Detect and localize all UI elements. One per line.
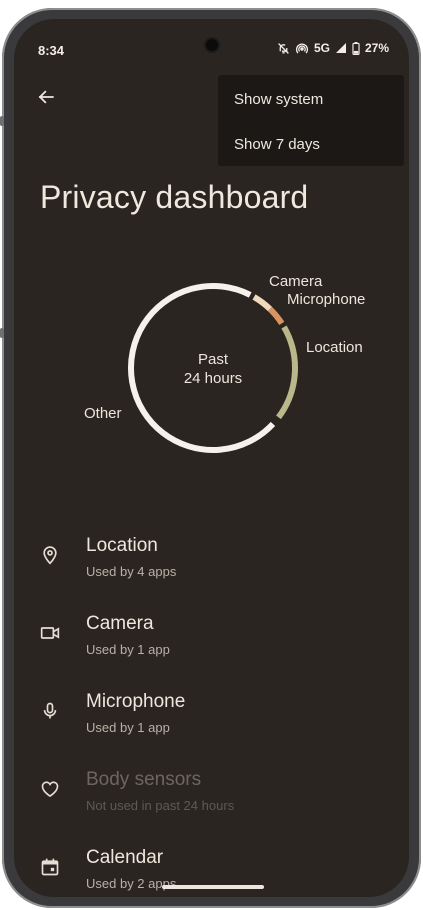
menu-item-show-system[interactable]: Show system	[218, 77, 404, 121]
calendar-icon	[38, 855, 62, 879]
screen: 8:34 5G 27% Show system Show 7 days Priv…	[14, 19, 409, 897]
hotspot-icon	[295, 42, 309, 55]
mute-icon	[277, 42, 290, 55]
chart-label-microphone: Microphone	[287, 291, 365, 308]
front-camera	[206, 39, 218, 51]
permission-item-body-sensors[interactable]: Body sensors Not used in past 24 hours	[14, 761, 409, 839]
gesture-nav-handle[interactable]	[162, 885, 264, 889]
page-title: Privacy dashboard	[40, 179, 309, 215]
back-button[interactable]	[30, 83, 62, 115]
permission-list: Location Used by 4 apps Camera Used by 1…	[14, 527, 409, 897]
battery-percent: 27%	[364, 41, 389, 55]
signal-icon	[335, 42, 347, 54]
video-camera-icon	[38, 621, 62, 645]
permission-subtitle: Used by 1 app	[86, 642, 170, 657]
chart-center-line-2: 24 hours	[184, 370, 242, 387]
location-pin-icon	[38, 543, 62, 567]
hardware-button	[0, 116, 4, 126]
ring-segment-camera	[252, 294, 273, 312]
status-bar: 8:34 5G 27%	[14, 19, 409, 59]
status-icons: 5G 27%	[277, 41, 389, 55]
permission-title: Calendar	[86, 847, 164, 868]
permission-subtitle: Not used in past 24 hours	[86, 798, 235, 813]
heart-icon	[38, 777, 62, 801]
permission-item-camera[interactable]: Camera Used by 1 app	[14, 605, 409, 683]
status-time: 8:34	[38, 43, 65, 58]
permission-item-location[interactable]: Location Used by 4 apps	[14, 527, 409, 605]
microphone-icon	[38, 699, 62, 723]
chart-label-other: Other	[84, 405, 122, 422]
chart-label-location: Location	[306, 339, 363, 356]
ring-segment-microphone	[267, 306, 285, 326]
network-type: 5G	[313, 41, 330, 55]
ring-segment-location	[276, 325, 298, 420]
usage-ring-chart: Past 24 hours Camera Microphone Location…	[84, 273, 365, 453]
chart-label-camera: Camera	[269, 273, 323, 290]
overflow-menu: Show system Show 7 days	[218, 75, 404, 166]
permission-subtitle: Used by 4 apps	[86, 564, 177, 579]
battery-icon	[352, 41, 360, 55]
permission-title: Location	[86, 535, 158, 556]
arrow-back-icon	[37, 88, 55, 111]
permission-title: Body sensors	[86, 769, 202, 790]
phone-frame: 8:34 5G 27% Show system Show 7 days Priv…	[0, 8, 421, 908]
permission-subtitle: Used by 1 app	[86, 720, 170, 735]
permission-title: Microphone	[86, 691, 186, 712]
permission-title: Camera	[86, 613, 154, 634]
hardware-button	[0, 328, 4, 338]
permission-item-microphone[interactable]: Microphone Used by 1 app	[14, 683, 409, 761]
chart-center-line-1: Past	[198, 351, 229, 368]
menu-item-show-7-days[interactable]: Show 7 days	[218, 122, 404, 166]
